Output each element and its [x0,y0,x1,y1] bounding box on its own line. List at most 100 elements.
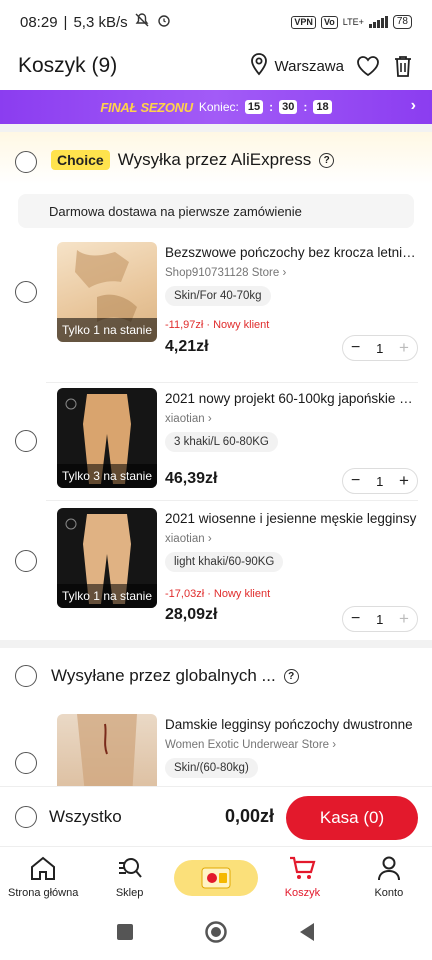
checkout-bar: Wszystko 0,00zł Kasa (0) [0,786,432,846]
variant-selector[interactable]: 3 khaki/L 60-80KG [165,432,278,452]
discount-label: -17,03zł · Nowy klient [165,588,271,600]
cart-item: Tylko 1 na stanie 2021 wiosenne i jesien… [0,508,432,632]
increase-button[interactable]: + [399,609,409,629]
nav-choice-promo[interactable] [173,847,259,908]
bottom-navigation: Strona główna Sklep Koszyk Konto [0,846,432,908]
product-name[interactable]: Bezszwowe pończochy bez krocza letnie da… [165,245,419,260]
product-name[interactable]: 2021 wiosenne i jesienne męskie legginsy [165,511,419,526]
chevron-right-icon: › [410,97,416,114]
decrease-button[interactable]: − [351,610,360,628]
global-section-title: Wysyłane przez globalnych ... [51,666,276,685]
nav-home-label: Strona główna [8,887,79,899]
checkout-button[interactable]: Kasa (0) [286,796,418,840]
home-circle-icon[interactable] [204,920,228,949]
product-price: 28,09zł [165,606,218,623]
stock-label: Tylko 1 na stanie [57,584,157,608]
product-image[interactable]: Tylko 1 na stanie [57,242,157,342]
choice-section-title: Wysyłka przez AliExpress [117,150,312,169]
free-delivery-notice: Darmowa dostawa na pierwsze zamówienie [18,194,414,228]
quantity-value: 1 [376,340,384,356]
help-question-icon[interactable]: ? [283,668,299,684]
product-image[interactable]: Tylko 1 na stanie [57,508,157,608]
cart-item: Damskie legginsy pończochy dwustronne Wo… [0,714,432,786]
chevron-right-icon: › [332,739,337,751]
chevron-right-icon: › [207,533,212,545]
wishlist-heart-icon[interactable] [356,55,380,77]
status-speed: 5,3 kB/s [73,13,128,31]
chevron-right-icon: › [207,413,212,425]
stock-label: Tylko 3 na stanie [57,464,157,488]
shop-search-icon [116,855,144,884]
season-finale-banner[interactable]: FINAŁ SEZONU Koniec: 15 : 30 : 18 › [0,90,432,124]
increase-button[interactable]: + [399,338,409,358]
home-icon [29,855,57,884]
cart-icon [288,855,316,884]
location-label: Warszawa [274,57,344,75]
item-checkbox[interactable] [15,550,37,572]
mute-icon [134,12,150,32]
decrease-button[interactable]: − [351,339,360,357]
item-checkbox[interactable] [15,430,37,452]
signal-icon [368,16,388,28]
total-price: 0,00zł [224,806,274,826]
quantity-stepper: − 1 + [342,606,418,632]
product-name[interactable]: Damskie legginsy pończochy dwustronne [165,717,419,732]
variant-selector[interactable]: Skin/For 40-70kg [165,286,271,306]
choice-promo-icon [174,859,259,896]
nav-account[interactable]: Konto [346,847,432,908]
cart-item: Tylko 1 na stanie Bezszwowe pończochy be… [0,242,432,362]
nav-shop-label: Sklep [115,887,144,899]
nav-cart-label: Koszyk [284,887,321,899]
variant-selector[interactable]: light khaki/60-90KG [165,552,284,572]
select-all-checkbox[interactable] [15,806,37,828]
countdown-label: Koniec: [198,100,239,114]
discount-label: -11,97zł · Nowy klient [165,319,270,331]
delete-trash-icon[interactable] [392,54,414,78]
variant-selector[interactable]: Skin/(60-80kg) [165,758,258,778]
recents-square-icon[interactable] [116,923,134,946]
battery-level: 78 [392,15,412,29]
countdown-seconds: 18 [313,100,332,114]
volte-icon: Vo [320,15,338,29]
back-triangle-icon[interactable] [298,922,316,947]
cart-content[interactable]: Choice Wysyłka przez AliExpress ? Darmow… [0,124,432,786]
global-section-checkbox[interactable] [15,665,37,687]
system-navigation-bar [0,908,432,960]
increase-button[interactable]: + [399,471,409,491]
decrease-button[interactable]: − [351,472,360,490]
product-price: 4,21zł [165,338,209,355]
status-time: 08:29 [20,13,58,31]
page-title: Koszyk (9) [18,54,118,77]
cart-header: Koszyk (9) Warszawa [0,44,432,88]
quantity-stepper: − 1 + [342,468,418,494]
nav-cart[interactable]: Koszyk [259,847,345,908]
item-checkbox[interactable] [15,752,37,774]
chevron-right-icon: › [282,267,287,279]
store-name: xiaotian [165,413,205,425]
status-bar: 08:29 | 5,3 kB/s VPN Vo LTE+ 78 [0,0,432,44]
help-question-icon[interactable]: ? [319,152,335,168]
select-all-label[interactable]: Wszystko [49,807,122,827]
promo-title: FINAŁ SEZONU [100,99,193,115]
quantity-stepper: − 1 + [342,335,418,361]
nav-home[interactable]: Strona główna [0,847,86,908]
choice-section-checkbox[interactable] [15,151,37,173]
cart-item: Tylko 3 na stanie 2021 nowy projekt 60-1… [0,388,432,508]
quantity-value: 1 [376,611,384,627]
nav-account-label: Konto [374,887,404,899]
nav-shop[interactable]: Sklep [86,847,172,908]
alarm-icon [156,12,172,32]
choice-badge: Choice [51,150,110,170]
choice-section: Choice Wysyłka przez AliExpress ? Darmow… [0,132,432,640]
quantity-value: 1 [376,473,384,489]
product-image[interactable] [57,714,157,786]
item-checkbox[interactable] [15,281,37,303]
store-name: Women Exotic Underwear Store [165,739,330,751]
store-name: xiaotian [165,533,205,545]
location-pin-icon [249,52,269,80]
global-seller-section: Wysyłane przez globalnych ... ? Damskie … [0,648,432,786]
countdown-hours: 15 [244,100,264,114]
product-image[interactable]: Tylko 3 na stanie [57,388,157,488]
product-name[interactable]: 2021 nowy projekt 60-100kg japońskie męs… [165,391,419,406]
location-selector[interactable]: Warszawa [249,52,344,80]
